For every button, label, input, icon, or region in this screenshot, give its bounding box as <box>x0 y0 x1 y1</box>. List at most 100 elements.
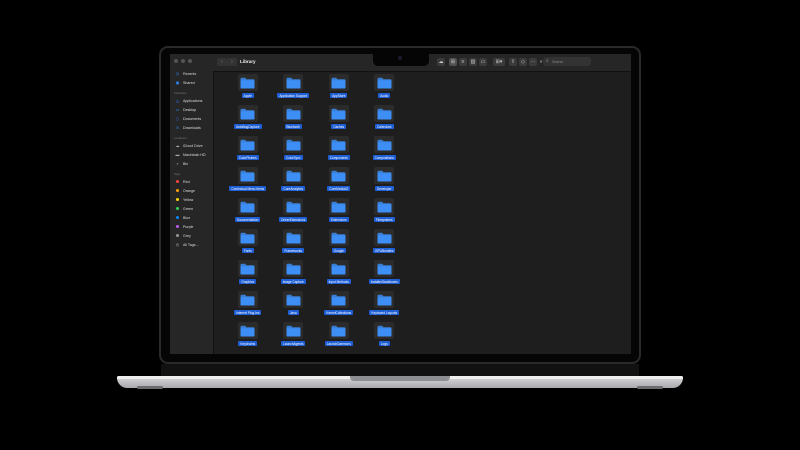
folder-label: InstallerSandboxes <box>368 279 400 284</box>
folder-item[interactable]: DriverExtensions <box>271 198 317 229</box>
folder-label: ColorSync <box>283 155 303 160</box>
sidebar-tag-yellow[interactable]: Yellow <box>175 197 193 202</box>
grey-tag-dot-icon <box>175 233 180 238</box>
gallery-view-button[interactable]: ▭ <box>479 58 487 66</box>
sidebar-all-tags[interactable]: ◎ All Tags… <box>175 242 199 247</box>
folder-item[interactable]: CoreAnalytics <box>271 167 317 198</box>
sidebar-tag-blue[interactable]: Blue <box>175 215 190 220</box>
folder-item[interactable]: Extensions <box>316 198 362 229</box>
group-by-button[interactable]: ⊞▾ <box>493 58 505 66</box>
share-button[interactable]: ⇧ <box>509 58 517 66</box>
folder-label: Graphics <box>239 279 257 284</box>
folder-icon <box>328 74 349 91</box>
folder-item[interactable]: Keyboard Layouts <box>362 291 408 322</box>
search-field[interactable]: ⌕ <box>543 57 591 66</box>
search-input[interactable] <box>552 58 588 65</box>
sidebar-item-downloads[interactable]: ⊙ Downloads <box>175 125 201 130</box>
folder-item[interactable]: GPUBundles <box>362 229 408 260</box>
share-icon: ⇧ <box>510 59 516 65</box>
icloud-status-button[interactable]: ☁ <box>437 58 445 66</box>
folder-item[interactable]: Internet Plug-Ins <box>225 291 271 322</box>
folder-item[interactable]: Graphics <box>225 260 271 291</box>
sidebar-item-icloud-drive[interactable]: ☁ iCloud Drive <box>175 143 203 148</box>
minimize-window-button[interactable] <box>181 59 185 63</box>
green-tag-dot-icon <box>175 206 180 211</box>
folder-item[interactable]: Documentation <box>225 198 271 229</box>
folder-item[interactable]: LaunchAgents <box>271 322 317 353</box>
forward-button[interactable]: › <box>227 58 237 66</box>
folder-label: Caches <box>331 124 347 129</box>
sidebar-item-bin[interactable]: ▿ Bin <box>175 161 188 166</box>
sidebar-item-desktop[interactable]: ▭ Desktop <box>175 107 197 112</box>
folder-label: Bluetooth <box>284 124 302 129</box>
sidebar-item-applications[interactable]: ◬ Applications <box>175 98 202 103</box>
sidebar-item-documents[interactable]: ▯ Documents <box>175 116 201 121</box>
sidebar-tag-green[interactable]: Green <box>175 206 193 211</box>
sidebar-tag-orange[interactable]: Orange <box>175 188 195 193</box>
folder-icon <box>374 105 395 122</box>
folder-item[interactable]: Caches <box>316 105 362 136</box>
close-window-button[interactable] <box>174 59 178 63</box>
folder-label: Documentation <box>235 217 261 222</box>
sidebar-tag-red[interactable]: Red <box>175 179 190 184</box>
folder-item[interactable]: ColorSync <box>271 136 317 167</box>
desktop-icon: ▭ <box>175 107 180 112</box>
tag-button[interactable]: ◇ <box>519 58 527 66</box>
sidebar-item-macintosh-hd[interactable]: ▬ Macintosh HD <box>175 152 206 157</box>
folder-item[interactable]: Keychains <box>225 322 271 353</box>
folder-item[interactable]: Audio <box>362 74 408 105</box>
folder-item[interactable]: Logs <box>362 322 408 353</box>
sidebar-item-label: Green <box>183 206 193 211</box>
folder-item[interactable]: ColorPickers <box>225 136 271 167</box>
folder-item[interactable]: Google <box>316 229 362 260</box>
folder-icon <box>328 260 349 277</box>
folder-item[interactable]: Bluetooth <box>271 105 317 136</box>
folder-item[interactable]: InstallerSandboxes <box>362 260 408 291</box>
folder-item[interactable]: LaunchDaemons <box>316 322 362 353</box>
folder-item[interactable]: Components <box>316 136 362 167</box>
icon-view-button[interactable]: ⊞ <box>449 58 457 66</box>
folder-item[interactable]: Image Capture <box>271 260 317 291</box>
folder-item[interactable]: Application Support <box>271 74 317 105</box>
folder-icon <box>237 105 258 122</box>
folder-item[interactable]: AppStore <box>316 74 362 105</box>
folder-label: GPUBundles <box>373 248 396 253</box>
folder-label: Apple <box>241 93 254 98</box>
list-view-button[interactable]: ≡ <box>459 58 467 66</box>
sidebar-item-recents[interactable]: ◷ Recents <box>175 71 196 76</box>
folder-label: LaunchAgents <box>281 341 306 346</box>
folder-item[interactable]: KernelCollections <box>316 291 362 322</box>
folder-icon <box>237 322 258 339</box>
folder-item[interactable]: Fonts <box>225 229 271 260</box>
folder-item[interactable]: Calendars <box>362 105 408 136</box>
orange-tag-dot-icon <box>175 188 180 193</box>
folder-item[interactable]: Developer <box>362 167 408 198</box>
folder-item[interactable]: Java <box>271 291 317 322</box>
more-actions-button[interactable]: ⋯ <box>529 58 537 66</box>
folder-item[interactable]: AutoBugCapture <box>225 105 271 136</box>
folder-item[interactable]: Filesystems <box>362 198 408 229</box>
folder-item[interactable]: Compositions <box>362 136 408 167</box>
folder-icon <box>237 229 258 246</box>
folder-item[interactable]: Input Methods <box>316 260 362 291</box>
cloud-icon: ☁ <box>438 59 444 65</box>
folder-item[interactable]: Frameworks <box>271 229 317 260</box>
finder-window: ◷ Recents ▣ Shared Favorites ◬ Applicati… <box>170 54 631 354</box>
folder-label: AppStore <box>330 93 348 98</box>
folder-icon <box>328 136 349 153</box>
zoom-window-button[interactable] <box>188 59 192 63</box>
folder-label: Logs <box>378 341 390 346</box>
folder-item[interactable]: Contextual Menu Items <box>225 167 271 198</box>
folder-icon <box>237 136 258 153</box>
column-view-button[interactable]: ▥ <box>469 58 477 66</box>
folder-item[interactable]: CoreMediaIO <box>316 167 362 198</box>
sidebar-tag-purple[interactable]: Purple <box>175 224 193 229</box>
back-button[interactable]: ‹ <box>217 58 227 66</box>
folder-label: AutoBugCapture <box>233 124 262 129</box>
folder-label: LaunchDaemons <box>324 341 353 346</box>
camera-icon <box>398 56 402 60</box>
folder-item[interactable]: Apple <box>225 74 271 105</box>
sidebar-tag-grey[interactable]: Grey <box>175 233 191 238</box>
folder-label: KernelCollections <box>324 310 354 315</box>
sidebar-item-shared[interactable]: ▣ Shared <box>175 80 195 85</box>
